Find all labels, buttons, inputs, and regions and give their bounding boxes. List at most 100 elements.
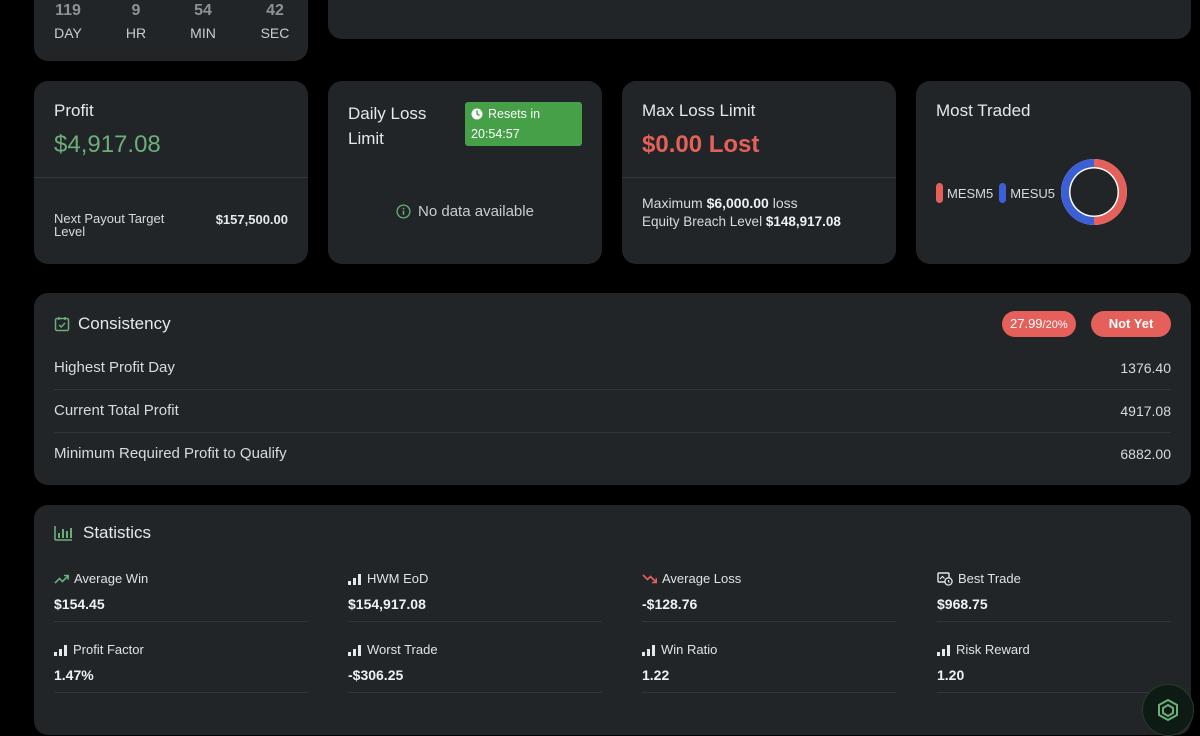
stat-label: Profit Factor (73, 642, 144, 657)
stat-value: 1.47% (54, 667, 94, 683)
countdown-hr: 9 HR (106, 2, 166, 41)
stat-label: Average Win (74, 571, 149, 586)
consistency-status-badge: Not Yet (1091, 311, 1171, 337)
stat-divider (937, 621, 1171, 622)
consistency-row: Current Total Profit 4917.08 (54, 389, 1171, 432)
max-loss-divider (622, 177, 896, 178)
legend-label-mesu5[interactable]: MESU5 (1010, 186, 1055, 201)
profit-divider (34, 177, 308, 178)
stat-label: Best Trade (958, 571, 1021, 586)
statistics-card: Statistics Average Win $154.45 HWM EoD $… (34, 505, 1191, 735)
consistency-title: Consistency (78, 314, 171, 333)
floating-help-button[interactable] (1142, 684, 1194, 736)
countdown-card: 119 DAY 9 HR 54 MIN 42 SEC (34, 0, 308, 61)
payout-target-value: $157,500.00 (215, 212, 288, 227)
statistics-header: Statistics (54, 523, 151, 543)
stat-label: Risk Reward (956, 642, 1030, 657)
profit-title: Profit (54, 101, 94, 120)
daily-loss-card: Daily Loss Limit Resets in 20:54:57 No d… (328, 81, 602, 264)
most-traded-legend: MESM5 MESU5 (936, 183, 1055, 203)
countdown-sec-value: 42 (266, 2, 284, 19)
stat-worst-trade: Worst Trade -$306.25 (348, 642, 610, 683)
equity-breach-line: Equity Breach Level $148,917.08 (642, 214, 841, 229)
max-loss-value: $0.00 Lost (642, 131, 760, 158)
countdown-hr-label: HR (125, 25, 147, 41)
top-banner-card (328, 0, 1191, 39)
consistency-row: Minimum Required Profit to Qualify 6882.… (54, 432, 1171, 475)
countdown-day-value: 119 (55, 2, 81, 19)
no-data-text: No data available (418, 203, 534, 220)
trend-up-icon (54, 574, 69, 584)
resets-label: Resets in (488, 107, 541, 121)
payout-target-label: Next Payout Target Level (54, 211, 165, 239)
consistency-card: Consistency 27.99/20% Not Yet Highest Pr… (34, 293, 1191, 485)
bar-chart-icon (642, 644, 655, 656)
resets-time: 20:54:57 (471, 127, 520, 141)
statistics-title: Statistics (83, 523, 152, 542)
countdown-day-label: DAY (54, 25, 82, 41)
equity-breach-label: Equity Breach Level (642, 214, 763, 229)
stat-risk-reward: Risk Reward 1.20 (937, 642, 1199, 683)
countdown-min: 54 MIN (173, 2, 233, 41)
stat-divider (54, 621, 308, 622)
bar-chart-icon (937, 644, 950, 656)
maximum-loss-line: Maximum $6,000.00 loss (642, 195, 798, 211)
stat-divider (348, 621, 602, 622)
consistency-ratio-badge: 27.99/20% (1002, 311, 1076, 337)
stat-hwm-eod: HWM EoD $154,917.08 (348, 571, 610, 612)
countdown-sec: 42 SEC (245, 2, 305, 41)
stat-value: -$128.76 (642, 596, 698, 612)
stat-profit-factor: Profit Factor 1.47% (54, 642, 316, 683)
stat-label: HWM EoD (367, 571, 429, 586)
profit-value: $4,917.08 (54, 131, 161, 158)
stat-average-loss: Average Loss -$128.76 (642, 571, 904, 612)
stat-divider (642, 621, 896, 622)
stat-divider (54, 692, 308, 693)
consistency-row: Highest Profit Day 1376.40 (54, 346, 1171, 389)
trend-down-icon (642, 573, 657, 583)
stat-best-trade: Best Trade $968.75 (937, 571, 1199, 612)
daily-loss-title: Daily Loss Limit (348, 104, 427, 148)
countdown-min-value: 54 (194, 2, 212, 19)
resets-badge: Resets in 20:54:57 (465, 102, 582, 146)
consistency-row-value: 4917.08 (1120, 402, 1171, 419)
bar-chart-icon (348, 644, 361, 656)
consistency-ratio: 27.99 (1010, 316, 1043, 331)
stat-divider (937, 692, 1171, 693)
consistency-row-label: Highest Profit Day (54, 359, 175, 376)
max-loss-card: Max Loss Limit $0.00 Lost Maximum $6,000… (622, 81, 896, 264)
consistency-row-value: 1376.40 (1120, 359, 1171, 376)
legend-swatch-mesu5 (999, 183, 1007, 203)
most-traded-title: Most Traded (936, 101, 1031, 120)
profit-card: Profit $4,917.08 Next Payout Target Leve… (34, 81, 308, 264)
stat-value: 1.22 (642, 667, 670, 683)
consistency-ratio-target: /20% (1042, 319, 1068, 331)
consistency-row-value: 6882.00 (1120, 445, 1171, 462)
statistics-chart-icon (54, 526, 72, 541)
stat-win-ratio: Win Ratio 1.22 (642, 642, 904, 683)
countdown-hr-value: 9 (131, 2, 141, 19)
consistency-header: Consistency (54, 314, 171, 334)
stat-divider (642, 692, 896, 693)
stat-label: Worst Trade (367, 642, 438, 657)
countdown-min-label: MIN (190, 25, 216, 41)
countdown-sec-label: SEC (260, 25, 290, 41)
legend-label-mesm5[interactable]: MESM5 (947, 186, 993, 201)
most-traded-card: Most Traded MESM5 MESU5 (916, 81, 1191, 264)
bar-chart-icon (348, 573, 361, 585)
logo-icon (1158, 698, 1178, 722)
legend-swatch-mesm5 (936, 183, 943, 203)
stat-divider (348, 692, 602, 693)
maximum-suffix: loss (772, 195, 798, 211)
most-traded-donut-chart[interactable] (1057, 155, 1131, 229)
stat-average-win: Average Win $154.45 (54, 571, 316, 612)
clock-icon (471, 108, 483, 120)
stat-label: Average Loss (662, 571, 742, 586)
countdown-day: 119 DAY (38, 2, 98, 41)
stat-value: 1.20 (937, 667, 965, 683)
consistency-row-label: Minimum Required Profit to Qualify (54, 445, 287, 462)
no-data-message: No data available (328, 203, 602, 220)
stat-value: $154,917.08 (348, 596, 426, 612)
stat-value: $968.75 (937, 596, 988, 612)
bar-chart-icon (54, 644, 67, 656)
